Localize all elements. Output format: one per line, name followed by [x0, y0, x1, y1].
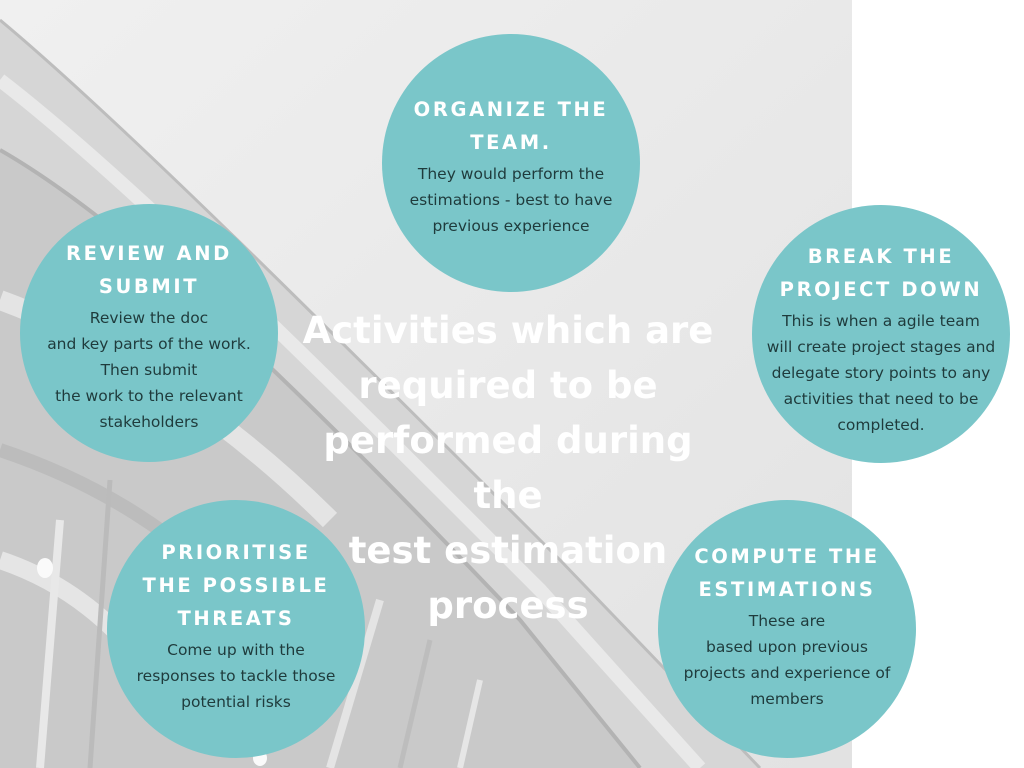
step-description: They would perform the estimations - bes…: [409, 165, 613, 235]
step-review-submit: REVIEW AND SUBMIT Review the doc and key…: [20, 204, 278, 462]
step-title: ORGANIZE THE TEAM.: [413, 98, 609, 154]
step-title: BREAK THE PROJECT DOWN: [779, 245, 983, 301]
step-compute-estimations: COMPUTE THE ESTIMATIONS These are based …: [658, 500, 916, 758]
step-break-project-down: BREAK THE PROJECT DOWN This is when a ag…: [752, 205, 1010, 463]
step-description: Come up with the responses to tackle tho…: [136, 640, 336, 711]
step-prioritise-threats: PRIORITISE THE POSSIBLE THREATS Come up …: [107, 500, 365, 758]
step-title: REVIEW AND SUBMIT: [66, 242, 232, 298]
step-description: Review the doc and key parts of the work…: [47, 309, 251, 431]
step-title: COMPUTE THE ESTIMATIONS: [694, 545, 880, 601]
step-description: This is when a agile team will create pr…: [766, 312, 996, 434]
step-description: These are based upon previous projects a…: [683, 612, 891, 708]
step-title: PRIORITISE THE POSSIBLE THREATS: [142, 540, 330, 630]
step-organize-team: ORGANIZE THE TEAM. They would perform th…: [382, 34, 640, 292]
